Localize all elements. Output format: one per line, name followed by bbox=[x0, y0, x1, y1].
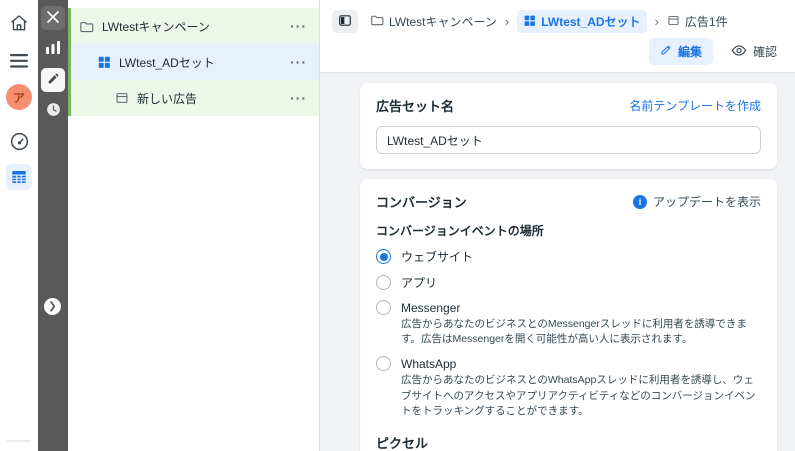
sidebar-toggle-icon bbox=[337, 13, 353, 31]
breadcrumb: LWtestキャンペーン › LWtest_ADセット › 広告1件 bbox=[332, 10, 777, 33]
home-icon[interactable] bbox=[6, 10, 32, 36]
radio-selected-icon[interactable] bbox=[376, 249, 391, 264]
ads-manager-app: ア ❯ LWtestキャンペーン ··· LWtest_ADセット ··· 新し… bbox=[0, 0, 795, 451]
app-sidebar: ア bbox=[0, 0, 38, 451]
folder-icon bbox=[79, 19, 94, 34]
breadcrumb-separator: › bbox=[654, 14, 659, 29]
ad-icon bbox=[667, 14, 680, 30]
chevron-right-icon: ❯ bbox=[48, 300, 57, 312]
tree-row-label: LWtestキャンペーン bbox=[102, 19, 210, 34]
close-panel-button[interactable] bbox=[41, 6, 65, 30]
ad-icon bbox=[115, 91, 129, 105]
edit-button-label: 編集 bbox=[677, 45, 702, 59]
edit-tool-button[interactable] bbox=[41, 68, 65, 92]
adset-name-title: 広告セット名 bbox=[376, 99, 455, 114]
name-template-link[interactable]: 名前テンプレートを作成 bbox=[629, 97, 761, 114]
more-menu-button[interactable]: ··· bbox=[290, 54, 307, 70]
conversion-card: コンバージョン i アップデートを表示 コンバージョンイベントの場所 ウェブサイ… bbox=[360, 179, 777, 451]
radio-icon[interactable] bbox=[376, 356, 391, 372]
radio-option-label: ウェブサイト bbox=[401, 250, 474, 264]
radio-option-app[interactable]: アプリ bbox=[376, 274, 761, 291]
adset-grid-icon bbox=[523, 14, 536, 30]
edit-button[interactable]: 編集 bbox=[648, 38, 713, 65]
messenger-description: 広告からあなたのビジネスとのMessengerスレッドに利用者を誘導できます。広… bbox=[401, 318, 747, 346]
breadcrumb-ads-label: 広告1件 bbox=[684, 15, 728, 29]
tree-rows: LWtestキャンペーン ··· LWtest_ADセット ··· 新しい広告 … bbox=[68, 8, 319, 116]
breadcrumb-adset-label: LWtest_ADセット bbox=[541, 15, 641, 29]
pixel-section-title: ピクセル bbox=[376, 436, 429, 451]
adset-grid-icon bbox=[97, 55, 111, 69]
main-panel: LWtestキャンペーン › LWtest_ADセット › 広告1件 編集 確認… bbox=[320, 0, 795, 451]
conversion-location-label: コンバージョンイベントの場所 bbox=[376, 224, 544, 238]
adset-name-input[interactable] bbox=[376, 126, 761, 154]
pencil-icon bbox=[660, 44, 672, 59]
breadcrumb-campaign-label: LWtestキャンペーン bbox=[389, 15, 497, 29]
radio-option-label: WhatsApp bbox=[401, 356, 457, 371]
tool-rail: ❯ bbox=[38, 0, 68, 451]
radio-icon[interactable] bbox=[376, 275, 391, 290]
action-row: 編集 確認 bbox=[332, 38, 777, 65]
radio-option-label: アプリ bbox=[401, 276, 438, 290]
show-updates-label: アップデートを表示 bbox=[652, 195, 761, 209]
radio-option-whatsapp[interactable]: WhatsApp bbox=[376, 356, 761, 372]
tree-row-label: LWtest_ADセット bbox=[119, 55, 215, 70]
whatsapp-description: 広告からあなたのビジネスとのWhatsAppスレッドに利用者を誘導し、ウェブサイ… bbox=[401, 374, 756, 417]
breadcrumb-ads[interactable]: 広告1件 bbox=[667, 13, 728, 30]
menu-icon[interactable] bbox=[6, 48, 32, 74]
tree-row-campaign[interactable]: LWtestキャンペーン ··· bbox=[71, 8, 319, 44]
gauge-icon[interactable] bbox=[6, 128, 32, 154]
table-icon[interactable] bbox=[6, 164, 32, 190]
clock-icon bbox=[45, 101, 62, 121]
avatar[interactable]: ア bbox=[6, 84, 32, 110]
radio-icon[interactable] bbox=[376, 300, 391, 315]
radio-option-label: Messenger bbox=[401, 300, 461, 315]
edit-pane: 広告セット名 名前テンプレートを作成 コンバージョン i アップデートを表示 コ… bbox=[320, 73, 795, 451]
tree-row-adset[interactable]: LWtest_ADセット ··· bbox=[71, 44, 319, 80]
sidebar-divider bbox=[7, 440, 31, 442]
topbar: LWtestキャンペーン › LWtest_ADセット › 広告1件 編集 確認 bbox=[320, 0, 795, 73]
breadcrumb-adset[interactable]: LWtest_ADセット bbox=[517, 10, 647, 33]
folder-icon bbox=[370, 13, 384, 30]
radio-option-messenger[interactable]: Messenger bbox=[376, 300, 761, 315]
review-button[interactable]: 確認 bbox=[731, 43, 777, 60]
close-icon bbox=[47, 10, 59, 26]
bar-chart-icon bbox=[46, 41, 60, 57]
campaign-tree-panel: LWtestキャンペーン ··· LWtest_ADセット ··· 新しい広告 … bbox=[68, 0, 320, 451]
expand-panel-button[interactable]: ❯ bbox=[44, 298, 61, 315]
eye-icon bbox=[731, 44, 747, 60]
pencil-icon bbox=[47, 72, 60, 88]
breadcrumb-separator: › bbox=[504, 14, 510, 29]
breadcrumb-campaign[interactable]: LWtestキャンペーン bbox=[370, 13, 497, 30]
tree-row-label: 新しい広告 bbox=[137, 91, 198, 106]
review-button-label: 確認 bbox=[752, 45, 777, 59]
history-button[interactable] bbox=[41, 99, 65, 123]
more-menu-button[interactable]: ··· bbox=[290, 90, 307, 106]
performance-chart-button[interactable] bbox=[41, 37, 65, 61]
radio-option-website[interactable]: ウェブサイト bbox=[376, 248, 761, 265]
info-icon: i bbox=[632, 194, 647, 209]
show-updates-link[interactable]: i アップデートを表示 bbox=[632, 193, 761, 210]
adset-name-card: 広告セット名 名前テンプレートを作成 bbox=[360, 83, 777, 169]
tree-row-ad[interactable]: 新しい広告 ··· bbox=[71, 80, 319, 116]
more-menu-button[interactable]: ··· bbox=[290, 18, 307, 34]
collapse-tree-button[interactable] bbox=[332, 10, 358, 33]
conversion-title: コンバージョン bbox=[376, 195, 467, 210]
